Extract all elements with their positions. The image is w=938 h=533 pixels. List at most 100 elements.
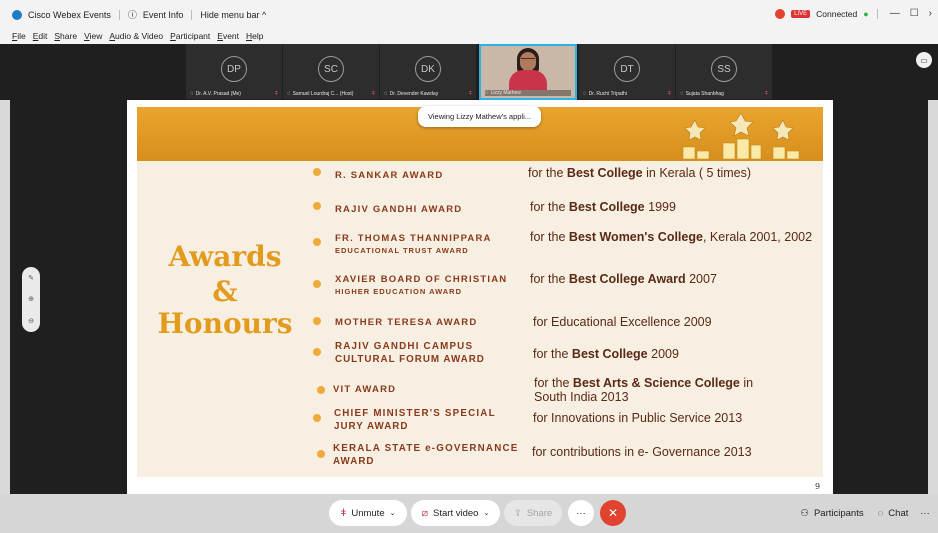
mic-muted-icon: ǂ: [764, 91, 768, 97]
participant-tile[interactable]: SC ◌ Samuel Lourdraj C... (Host) ǂ: [283, 44, 379, 99]
award-name-line-2: HIGHER EDUCATION AWARD: [335, 286, 462, 296]
slide-heading-honours: Honours: [157, 307, 293, 340]
chevron-down-icon[interactable]: ⌄: [390, 509, 396, 517]
app-title: Cisco Webex Events: [28, 9, 111, 20]
share-button[interactable]: ⇪ Share: [504, 500, 562, 526]
chat-icon: ◌: [877, 507, 884, 519]
start-video-label: Start video: [433, 507, 479, 519]
award-description: for the Best College Award 2007: [530, 272, 717, 286]
meeting-controls-bar: ǂ Unmute ⌄ ⧄ Start video ⌄ ⇪ Share ··· ✕…: [0, 494, 938, 533]
participants-button[interactable]: ⚇ Participants: [796, 500, 868, 526]
participant-name: Dr. Devender Kawday: [389, 91, 439, 97]
menu-participant[interactable]: Participant: [170, 31, 210, 41]
participant-tile[interactable]: DP ◌ Dr. A.V. Prasad (Me) ǂ: [186, 44, 282, 99]
participant-tile[interactable]: DT ◌ Dr. Ruchi Tripathi ǂ: [579, 44, 675, 99]
bullet-icon: [313, 280, 321, 288]
info-icon[interactable]: ⓘ: [128, 8, 137, 21]
award-name: KERALA STATE e-GOVERNANCE: [333, 443, 519, 454]
avatar: DK: [415, 56, 441, 82]
menu-audio-video[interactable]: Audio & Video: [109, 31, 163, 41]
award-description: for the Best College 2009: [533, 347, 679, 361]
award-name-line-2: EDUCATIONAL TRUST AWARD: [335, 245, 469, 255]
participant-name: Samuel Lourdraj C... (Host): [292, 91, 354, 97]
menu-event[interactable]: Event: [217, 31, 239, 41]
slide-page-number: 9: [815, 482, 821, 491]
participant-video: [505, 46, 551, 90]
menu-edit[interactable]: Edit: [33, 31, 48, 41]
headset-icon: ◌: [485, 90, 489, 96]
participant-name: Dr. Ruchi Tripathi: [588, 91, 627, 97]
participants-icon: ⚇: [800, 507, 809, 519]
avatar: DT: [614, 56, 640, 82]
trophies-icon: [682, 113, 800, 160]
headset-icon: ◌: [680, 91, 684, 97]
close-icon: ✕: [607, 506, 619, 520]
mic-muted-icon: ǂ: [274, 91, 278, 97]
bullet-icon: [317, 450, 325, 458]
slide-heading-awards: Awards: [168, 240, 282, 273]
participants-label: Participants: [813, 507, 864, 519]
award-name: R. SANKAR AWARD: [335, 170, 444, 181]
award-description: for Educational Excellence 2009: [533, 315, 712, 329]
unmute-button[interactable]: ǂ Unmute ⌄: [329, 500, 407, 526]
connection-status: Connected: [816, 8, 858, 19]
menu-share[interactable]: Share: [54, 31, 77, 41]
award-description: for Innovations in Public Service 2013: [533, 411, 743, 425]
award-name-line-2: CULTURAL FORUM AWARD: [335, 354, 485, 365]
award-name: XAVIER BOARD OF CHRISTIAN: [335, 274, 508, 285]
bullet-icon: [317, 386, 325, 394]
participant-tile[interactable]: DK ◌ Dr. Devender Kawday ǂ: [380, 44, 476, 99]
minimize-icon[interactable]: —: [890, 8, 900, 19]
start-video-button[interactable]: ⧄ Start video ⌄: [411, 500, 500, 526]
menu-file[interactable]: File: [12, 31, 26, 41]
connected-dot-icon: ●: [863, 8, 869, 19]
chevron-down-icon[interactable]: ⌄: [483, 509, 489, 517]
share-icon: ⇪: [513, 507, 522, 519]
zoom-in-icon[interactable]: ⊕: [28, 295, 34, 303]
share-label: Share: [526, 507, 553, 519]
award-name: RAJIV GANDHI AWARD: [335, 204, 463, 215]
zoom-controls: ✎ ⊕ ⊖: [22, 267, 40, 332]
menu-view[interactable]: View: [84, 31, 102, 41]
headset-icon: ◌: [384, 91, 388, 97]
headset-icon: ◌: [287, 91, 291, 97]
bullet-icon: [313, 238, 321, 246]
bullet-icon: [313, 202, 321, 210]
mic-muted-icon: ǂ: [371, 91, 375, 97]
award-name-line-2: AWARD: [333, 456, 375, 467]
participant-tile[interactable]: SS ◌ Sujata Shanbhag ǂ: [676, 44, 772, 99]
participant-tile-active-speaker[interactable]: ◌ Lizzy Mathew: [479, 44, 577, 100]
menu-bar: File Edit Share View Audio & Video Parti…: [12, 31, 264, 41]
award-description: for the Best College in Kerala ( 5 times…: [528, 166, 752, 180]
end-call-button[interactable]: ✕: [600, 500, 626, 526]
zoom-out-icon[interactable]: ⊖: [28, 317, 34, 325]
record-icon[interactable]: [775, 8, 786, 19]
shared-slide: Awards & Honours R. SANKAR AWARD for the…: [127, 100, 833, 494]
award-name: CHIEF MINISTER'S SPECIAL: [334, 408, 496, 419]
event-info-button[interactable]: Event Info: [143, 10, 184, 20]
bullet-icon: [313, 414, 321, 422]
mic-muted-icon: ǂ: [468, 91, 472, 97]
chat-button[interactable]: ◌ Chat: [870, 500, 916, 526]
avatar: SC: [318, 56, 344, 82]
participant-name: Dr. A.V. Prasad (Me): [195, 91, 241, 97]
award-description: for the Best Arts & Science College in S…: [534, 376, 754, 404]
hide-menu-bar-button[interactable]: Hide menu bar ^: [200, 10, 266, 20]
award-description: for the Best College 1999: [530, 200, 676, 214]
menu-help[interactable]: Help: [246, 31, 263, 41]
annotate-icon[interactable]: ✎: [28, 274, 34, 282]
unmute-label: Unmute: [351, 507, 385, 519]
video-off-icon: ⧄: [421, 507, 429, 519]
viewing-notice: Viewing Lizzy Mathew's appli...: [418, 106, 542, 127]
maximize-icon[interactable]: ☐: [910, 8, 919, 19]
more-options-button[interactable]: ···: [568, 500, 594, 526]
bullet-icon: [313, 168, 321, 176]
headset-icon: ◌: [583, 91, 587, 97]
award-description: for contributions in e- Governance 2013: [532, 445, 752, 459]
participant-strip: DP ◌ Dr. A.V. Prasad (Me) ǂ SC ◌ Samuel Lou…: [0, 44, 938, 100]
layout-icon[interactable]: ▭: [916, 52, 932, 68]
overflow-menu-button[interactable]: ···: [914, 500, 936, 526]
close-icon[interactable]: ›: [929, 8, 932, 19]
bullet-icon: [313, 317, 321, 325]
chat-label: Chat: [888, 507, 909, 519]
